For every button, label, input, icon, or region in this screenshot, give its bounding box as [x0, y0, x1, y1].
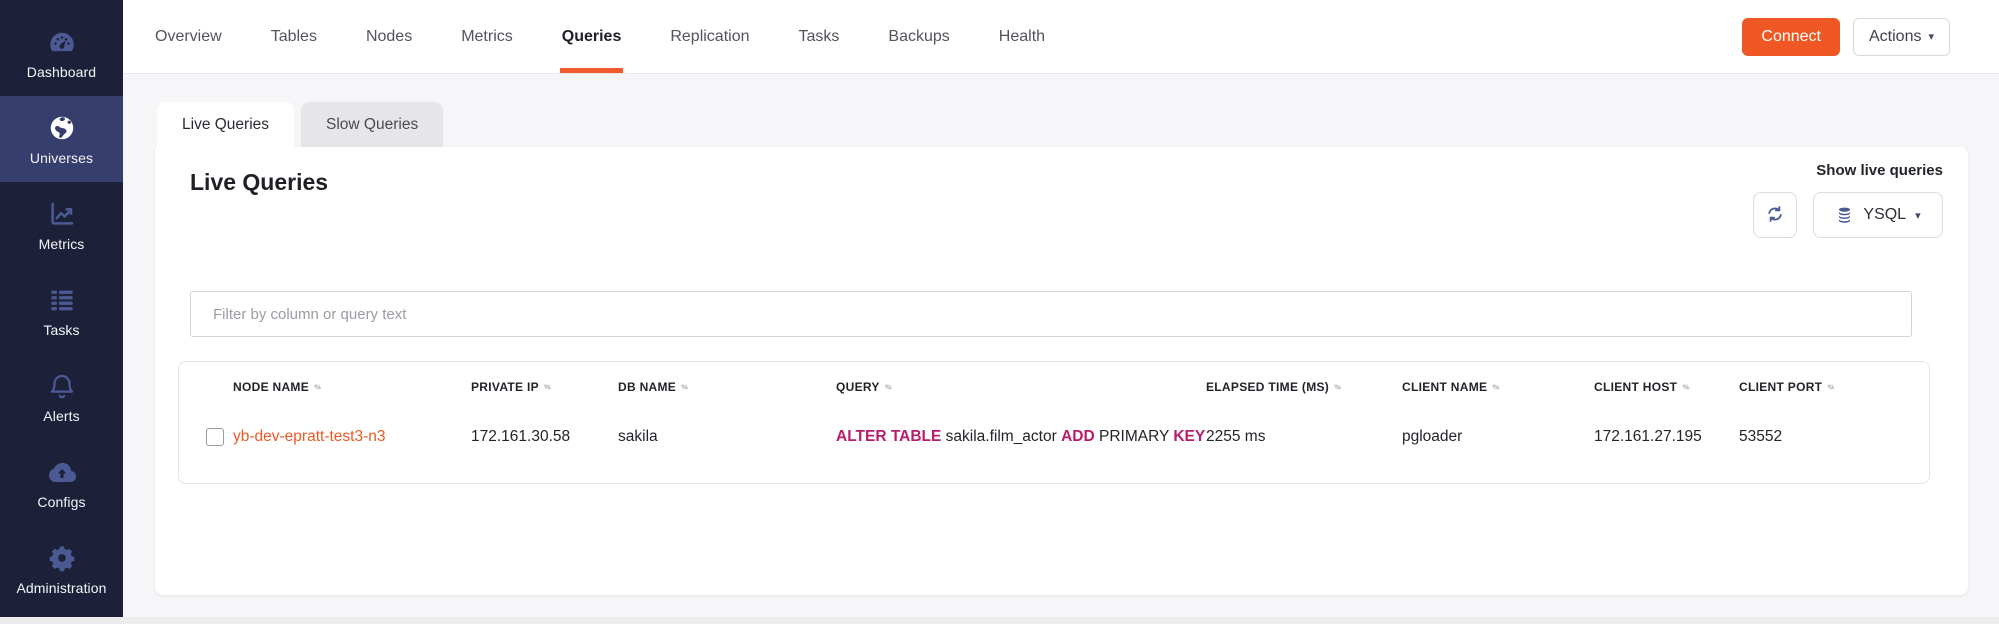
sidebar: Dashboard Universes Metrics Tasks Alerts Conf… — [0, 0, 123, 624]
sort-icons[interactable]: ▾▴ — [1682, 383, 1688, 391]
sidebar-item-administration[interactable]: Administration — [0, 526, 123, 612]
sidebar-item-label: Metrics — [39, 236, 85, 252]
refresh-icon — [1765, 204, 1785, 227]
nav-tab-metrics[interactable]: Metrics — [461, 0, 513, 73]
sidebar-item-label: Tasks — [43, 322, 79, 338]
row-checkbox-cell — [179, 428, 233, 446]
sidebar-item-label: Alerts — [43, 408, 79, 424]
column-header-label: CLIENT HOST — [1594, 380, 1677, 394]
cell-client-host: 172.161.27.195 — [1594, 428, 1739, 446]
cell-elapsed-time: 2255 ms — [1206, 428, 1402, 446]
sidebar-item-metrics[interactable]: Metrics — [0, 182, 123, 268]
table-row: yb-dev-epratt-test3-n3172.161.30.58sakil… — [179, 411, 1929, 463]
nav-tab-tasks[interactable]: Tasks — [799, 0, 840, 73]
sidebar-item-label: Administration — [16, 580, 106, 596]
cell-private-ip: 172.161.30.58 — [471, 428, 618, 446]
universe-nav-tabs: Overview Tables Nodes Metrics Queries Replica… — [155, 0, 1045, 73]
column-header-label: ELAPSED TIME (MS) — [1206, 380, 1329, 394]
column-header-label: CLIENT NAME — [1402, 380, 1487, 394]
live-queries-page: Dashboard Universes Metrics Tasks Alerts Conf… — [0, 0, 1999, 624]
cloud-upload-icon — [47, 457, 77, 487]
column-header-elapsed-time-ms[interactable]: ELAPSED TIME (MS) ▾▴ — [1206, 380, 1402, 394]
sort-icons[interactable]: ▾▴ — [681, 383, 687, 391]
nav-tab-tables[interactable]: Tables — [271, 0, 317, 73]
sidebar-item-universes[interactable]: Universes — [0, 96, 123, 182]
column-header-client-port[interactable]: CLIENT PORT ▾▴ — [1739, 380, 1929, 394]
cell-client-name: pgloader — [1402, 428, 1594, 446]
api-type-value: YSQL — [1863, 206, 1906, 224]
chevron-down-icon: ▾ — [1928, 32, 1934, 43]
universe-navbar: Overview Tables Nodes Metrics Queries Replica… — [123, 0, 1999, 74]
refresh-button[interactable] — [1753, 192, 1797, 238]
sql-text: PRIMARY — [1095, 428, 1174, 445]
connect-button[interactable]: Connect — [1742, 18, 1840, 56]
sort-icons[interactable]: ▾▴ — [1827, 383, 1833, 391]
sidebar-item-label: Universes — [30, 150, 93, 166]
globe-icon — [47, 113, 77, 143]
column-header-label: NODE NAME — [233, 380, 309, 394]
tab-slow-queries[interactable]: Slow Queries — [301, 102, 443, 147]
column-header-query[interactable]: QUERY ▾▴ — [836, 380, 1206, 394]
sort-icons[interactable]: ▾▴ — [544, 383, 550, 391]
column-header-node-name[interactable]: NODE NAME ▾▴ — [233, 380, 471, 394]
nav-tab-replication[interactable]: Replication — [670, 0, 749, 73]
sidebar-item-dashboard[interactable]: Dashboard — [0, 0, 123, 96]
nav-tab-nodes[interactable]: Nodes — [366, 0, 412, 73]
sql-keyword: ADD — [1061, 428, 1095, 445]
column-header-db-name[interactable]: DB NAME ▾▴ — [618, 380, 836, 394]
sidebar-item-tasks[interactable]: Tasks — [0, 268, 123, 354]
column-header-label: CLIENT PORT — [1739, 380, 1822, 394]
sidebar-item-configs[interactable]: Configs — [0, 440, 123, 526]
cell-db-name: sakila — [618, 428, 836, 446]
api-type-dropdown[interactable]: YSQL ▾ — [1813, 192, 1943, 238]
column-header-label: PRIVATE IP — [471, 380, 539, 394]
sql-text: sakila.film_actor — [941, 428, 1061, 445]
actions-label: Actions — [1869, 28, 1921, 46]
navbar-actions: Connect Actions ▾ — [1742, 0, 1950, 73]
row-checkbox[interactable] — [206, 428, 224, 446]
gauge-icon — [47, 27, 77, 57]
page-title: Live Queries — [190, 169, 328, 196]
column-header-label: QUERY — [836, 380, 880, 394]
sidebar-item-label: Dashboard — [27, 64, 96, 80]
nav-tab-queries[interactable]: Queries — [562, 0, 622, 73]
node-name-link[interactable]: yb-dev-epratt-test3-n3 — [233, 428, 386, 445]
sql-keyword: ALTER TABLE — [836, 428, 941, 445]
chart-line-icon — [47, 199, 77, 229]
show-live-queries-label: Show live queries — [1816, 162, 1943, 179]
database-icon — [1835, 206, 1854, 225]
column-header-client-host[interactable]: CLIENT HOST ▾▴ — [1594, 380, 1739, 394]
tab-live-queries[interactable]: Live Queries — [157, 102, 294, 147]
sort-icons[interactable]: ▾▴ — [314, 383, 320, 391]
cell-client-port: 53552 — [1739, 428, 1929, 446]
list-icon — [47, 285, 77, 315]
query-filter-input[interactable] — [190, 291, 1912, 337]
nav-tab-backups[interactable]: Backups — [888, 0, 949, 73]
sql-keyword: KEY — [1173, 428, 1205, 445]
sort-icons[interactable]: ▾▴ — [1334, 383, 1340, 391]
nav-tab-health[interactable]: Health — [999, 0, 1045, 73]
sort-icons[interactable]: ▾▴ — [1492, 383, 1498, 391]
bell-icon — [47, 371, 77, 401]
live-queries-card: Live Queries Show live queries — [155, 147, 1968, 595]
column-header-private-ip[interactable]: PRIVATE IP ▾▴ — [471, 380, 618, 394]
sort-icons[interactable]: ▾▴ — [885, 383, 891, 391]
cell-query[interactable]: ALTER TABLE sakila.film_actor ADD PRIMAR… — [836, 428, 1206, 446]
horizontal-scrollbar[interactable] — [0, 617, 1999, 624]
sidebar-item-label: Configs — [37, 494, 85, 510]
query-tabs: Live QueriesSlow Queries — [157, 102, 443, 147]
table-body: yb-dev-epratt-test3-n3172.161.30.58sakil… — [179, 411, 1929, 463]
cell-node-name: yb-dev-epratt-test3-n3 — [233, 428, 471, 446]
queries-table: NODE NAME▾▴PRIVATE IP▾▴DB NAME▾▴QUERY▾▴E… — [178, 361, 1930, 484]
sidebar-item-alerts[interactable]: Alerts — [0, 354, 123, 440]
actions-dropdown-button[interactable]: Actions ▾ — [1853, 18, 1950, 56]
gear-icon — [47, 543, 77, 573]
table-header-row: NODE NAME▾▴PRIVATE IP▾▴DB NAME▾▴QUERY▾▴E… — [179, 362, 1929, 411]
chevron-down-icon: ▾ — [1915, 211, 1921, 222]
column-header-client-name[interactable]: CLIENT NAME ▾▴ — [1402, 380, 1594, 394]
nav-tab-overview[interactable]: Overview — [155, 0, 222, 73]
column-header-label: DB NAME — [618, 380, 676, 394]
